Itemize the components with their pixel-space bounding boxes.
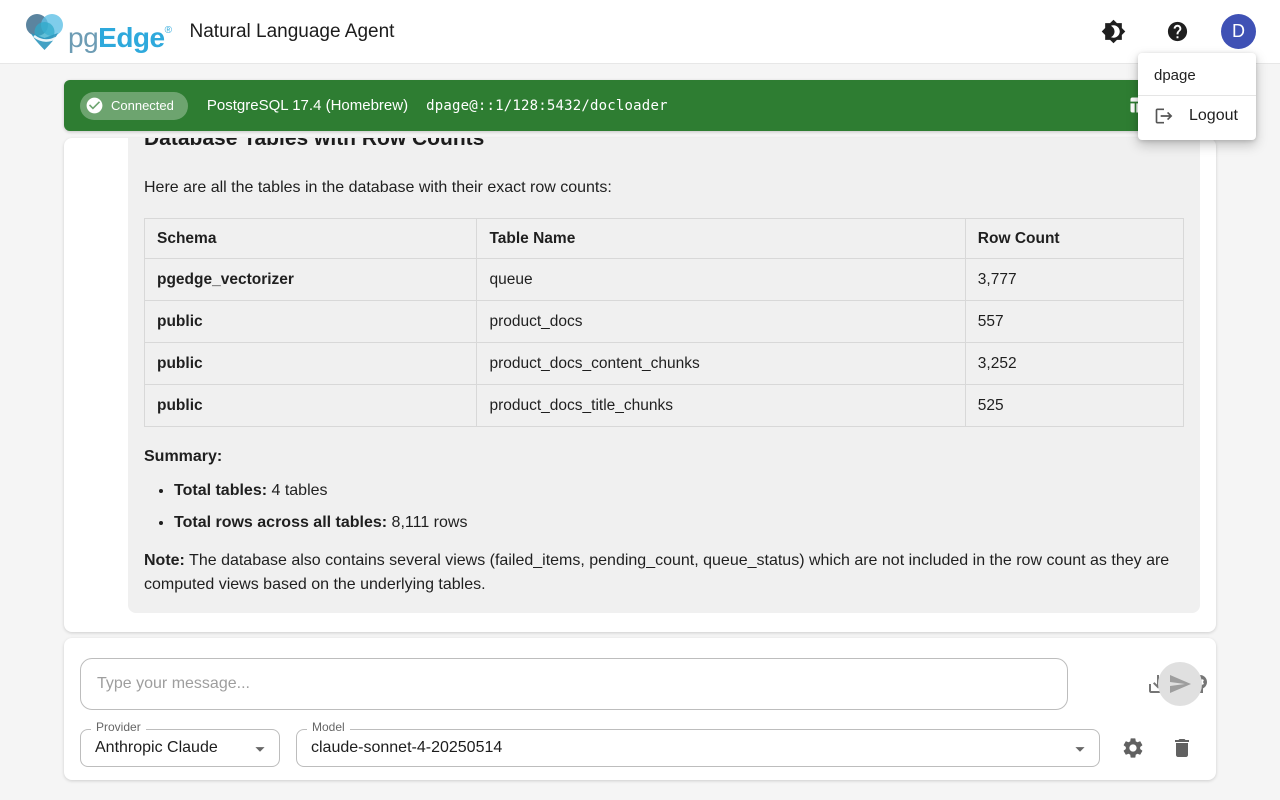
- bullet-value: 8,111 rows: [387, 514, 467, 531]
- help-icon: [1166, 20, 1189, 43]
- brightness-icon: [1101, 19, 1126, 44]
- model-value: claude-sonnet-4-20250514: [311, 739, 502, 757]
- logout-menu-item[interactable]: Logout: [1138, 96, 1256, 136]
- table-cell: public: [145, 343, 477, 385]
- table-cell: product_docs: [477, 301, 965, 343]
- message-input[interactable]: [80, 658, 1068, 710]
- message-note: Note: The database also contains several…: [144, 549, 1184, 597]
- composer-panel: Provider Anthropic Claude Model claude-s…: [64, 638, 1216, 780]
- table-row: publicproduct_docs_title_chunks525: [145, 385, 1184, 427]
- table-cell: pgedge_vectorizer: [145, 259, 477, 301]
- gear-icon: [1121, 736, 1145, 760]
- table-cell: 525: [965, 385, 1183, 427]
- user-avatar[interactable]: D: [1221, 14, 1256, 49]
- summary-heading: Summary:: [144, 445, 1184, 469]
- table-cell: product_docs_title_chunks: [477, 385, 965, 427]
- chevron-down-icon: [1069, 738, 1091, 765]
- user-dropdown-menu: dpage Logout: [1138, 53, 1256, 140]
- connected-badge: Connected: [80, 92, 188, 120]
- table-header-row: Schema Table Name Row Count: [145, 219, 1184, 259]
- settings-button[interactable]: [1113, 728, 1153, 768]
- model-label: Model: [307, 721, 350, 734]
- chevron-down-icon: [249, 738, 271, 765]
- column-header-schema: Schema: [145, 219, 477, 259]
- note-text: The database also contains several views…: [144, 552, 1169, 593]
- server-version-label: PostgreSQL 17.4 (Homebrew): [207, 97, 408, 114]
- menu-username: dpage: [1138, 57, 1256, 95]
- pgedge-logo-text: pgEdge®: [68, 24, 172, 52]
- table-row: publicproduct_docs_content_chunks3,252: [145, 343, 1184, 385]
- check-circle-icon: [85, 96, 104, 115]
- clear-chat-button[interactable]: [1162, 728, 1202, 768]
- model-select[interactable]: Model claude-sonnet-4-20250514: [296, 729, 1100, 767]
- trash-icon: [1170, 736, 1194, 760]
- send-button[interactable]: [1158, 662, 1202, 706]
- page-title: Natural Language Agent: [190, 21, 395, 43]
- assistant-message-bubble: Database Tables with Row Counts Here are…: [128, 138, 1200, 613]
- dark-mode-toggle-button[interactable]: [1093, 12, 1133, 52]
- logout-label: Logout: [1189, 107, 1238, 125]
- logout-icon: [1154, 106, 1174, 126]
- table-row: pgedge_vectorizerqueue3,777: [145, 259, 1184, 301]
- message-heading: Database Tables with Row Counts: [144, 138, 1184, 152]
- table-cell: 3,777: [965, 259, 1183, 301]
- app-header: pgEdge® Natural Language Agent D: [0, 0, 1280, 64]
- provider-select[interactable]: Provider Anthropic Claude: [80, 729, 280, 767]
- bullet-label: Total rows across all tables:: [174, 514, 387, 531]
- provider-label: Provider: [91, 721, 146, 734]
- bullet-value: 4 tables: [267, 482, 327, 499]
- list-item: Total tables: 4 tables: [174, 479, 1184, 503]
- note-label: Note:: [144, 552, 185, 569]
- pgedge-logo: pgEdge®: [24, 12, 172, 52]
- avatar-initial: D: [1232, 21, 1245, 42]
- help-button[interactable]: [1157, 12, 1197, 52]
- connection-string: dpage@::1/128:5432/docloader: [426, 98, 668, 114]
- table-cell: 557: [965, 301, 1183, 343]
- table-cell: public: [145, 301, 477, 343]
- table-cell: public: [145, 385, 477, 427]
- connected-label: Connected: [111, 98, 174, 113]
- table-cell: 3,252: [965, 343, 1183, 385]
- connection-status-bar: Connected PostgreSQL 17.4 (Homebrew) dpa…: [64, 80, 1216, 131]
- column-header-table-name: Table Name: [477, 219, 965, 259]
- table-cell: queue: [477, 259, 965, 301]
- row-counts-table: Schema Table Name Row Count pgedge_vecto…: [144, 218, 1184, 427]
- bullet-label: Total tables:: [174, 482, 267, 499]
- table-cell: product_docs_content_chunks: [477, 343, 965, 385]
- table-row: publicproduct_docs557: [145, 301, 1184, 343]
- pgedge-heart-icon: [24, 12, 66, 52]
- list-item: Total rows across all tables: 8,111 rows: [174, 511, 1184, 535]
- summary-list: Total tables: 4 tables Total rows across…: [144, 479, 1184, 535]
- message-intro: Here are all the tables in the database …: [144, 176, 1184, 200]
- provider-value: Anthropic Claude: [95, 739, 218, 757]
- send-icon: [1168, 672, 1192, 696]
- column-header-row-count: Row Count: [965, 219, 1183, 259]
- chat-messages-panel: Database Tables with Row Counts Here are…: [64, 138, 1216, 632]
